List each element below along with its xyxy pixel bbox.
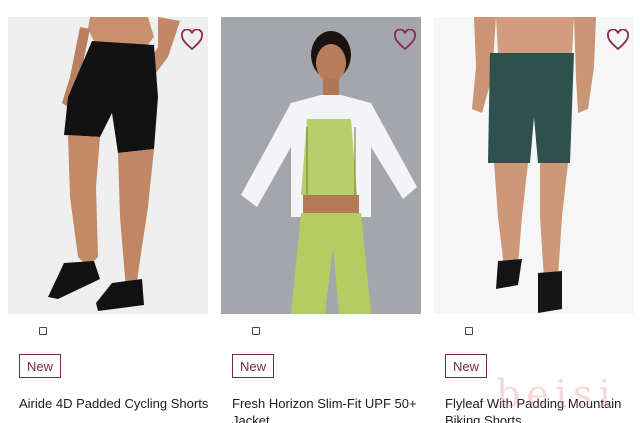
product-image[interactable]	[8, 17, 208, 314]
product-title[interactable]: Flyleaf With Padding Mountain Biking Sho…	[445, 395, 635, 423]
product-card[interactable]: New Airide 4D Padded Cycling Shorts	[8, 0, 208, 423]
heart-outline-icon[interactable]	[606, 29, 630, 51]
heart-outline-icon[interactable]	[393, 29, 417, 51]
color-swatch-icon[interactable]	[465, 327, 473, 335]
product-title[interactable]: Fresh Horizon Slim-Fit UPF 50+ Jacket	[232, 395, 422, 423]
color-swatch-icon[interactable]	[252, 327, 260, 335]
heart-outline-icon[interactable]	[180, 29, 204, 51]
color-swatch-icon[interactable]	[39, 327, 47, 335]
product-image[interactable]	[221, 17, 421, 314]
product-card[interactable]: New Flyleaf With Padding Mountain Biking…	[434, 0, 634, 423]
new-badge: New	[232, 354, 275, 378]
new-badge: New	[19, 354, 62, 378]
product-image[interactable]	[434, 17, 634, 314]
product-grid: New Airide 4D Padded Cycling Shorts New …	[0, 0, 640, 423]
new-badge: New	[445, 354, 488, 378]
product-card[interactable]: New Fresh Horizon Slim-Fit UPF 50+ Jacke…	[221, 0, 421, 423]
product-title[interactable]: Airide 4D Padded Cycling Shorts	[19, 395, 209, 412]
